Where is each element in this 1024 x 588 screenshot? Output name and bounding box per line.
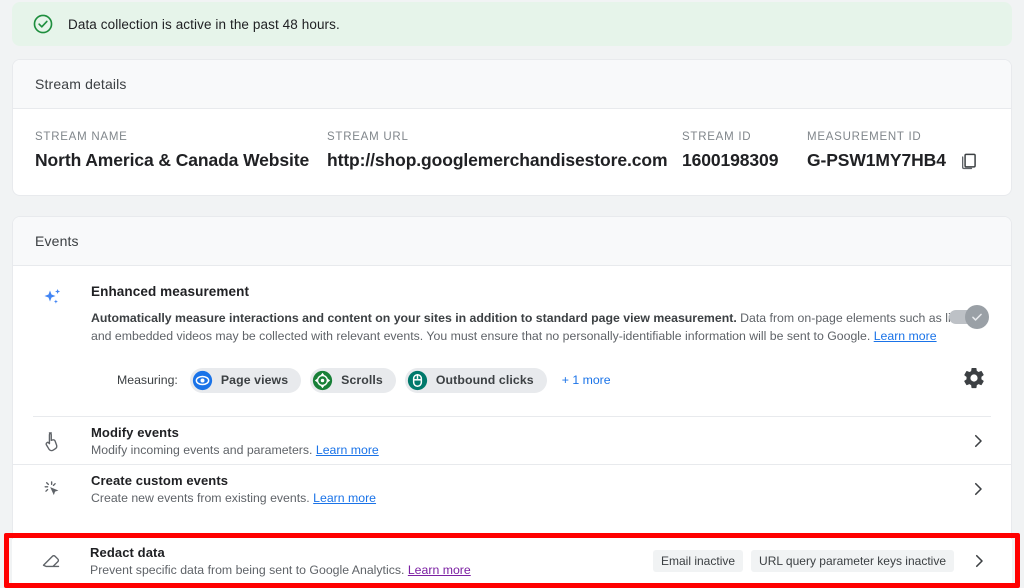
field-stream-name: STREAM NAME North America & Canada Websi…	[35, 131, 327, 171]
redact-data-learn-more-link[interactable]: Learn more	[408, 563, 471, 577]
modify-events-learn-more-link[interactable]: Learn more	[316, 443, 379, 457]
tap-hand-icon	[45, 431, 58, 451]
field-value: North America & Canada Website	[35, 150, 310, 170]
banner-text: Data collection is active in the past 48…	[68, 16, 340, 32]
check-icon	[972, 313, 982, 321]
nav-subtitle: Modify incoming events and parameters. L…	[91, 443, 969, 457]
stream-details-card: Stream details STREAM NAME North America…	[12, 59, 1012, 196]
eye-icon	[192, 370, 212, 390]
chip-page-views[interactable]: Page views	[189, 367, 302, 393]
chip-label: Page views	[220, 373, 289, 387]
field-stream-url: STREAM URL http://shop.googlemerchandise…	[327, 131, 682, 171]
nav-body: Modify events Modify incoming events and…	[91, 425, 969, 457]
nav-subtitle: Prevent specific data from being sent to…	[90, 563, 653, 577]
enhanced-measurement-learn-more-link[interactable]: Learn more	[874, 329, 937, 343]
enhanced-measurement-body: Enhanced measurement Automatically measu…	[91, 284, 991, 345]
chip-label: Scrolls	[341, 373, 383, 387]
field-label: STREAM URL	[327, 131, 409, 143]
enhanced-measurement-title: Enhanced measurement	[91, 284, 250, 299]
create-custom-events-learn-more-link[interactable]: Learn more	[313, 491, 376, 505]
events-header: Events	[13, 217, 1011, 266]
field-measurement-id: MEASUREMENT ID G-PSW1MY7HB4	[807, 131, 989, 171]
sparkle-icon	[44, 289, 61, 304]
nav-row-redact-data[interactable]: Redact data Prevent specific data from b…	[12, 539, 1012, 583]
chevron-right-icon[interactable]	[969, 432, 987, 450]
field-value: G-PSW1MY7HB4	[807, 150, 946, 170]
copy-icon[interactable]	[958, 151, 978, 171]
field-label: STREAM NAME	[35, 131, 128, 143]
events-card: Events Enhanced measurement Automaticall…	[12, 216, 1012, 582]
chip-label: Outbound clicks	[435, 373, 534, 387]
nav-subtitle-text: Modify incoming events and parameters.	[91, 442, 316, 457]
description-bold: Automatically measure interactions and c…	[91, 311, 737, 325]
check-circle-icon	[33, 14, 53, 34]
measuring-label: Measuring:	[117, 373, 178, 387]
field-value: http://shop.googlemerchandisestore.com	[327, 150, 668, 170]
nav-subtitle-text: Prevent specific data from being sent to…	[90, 563, 408, 577]
field-value: 1600198309	[682, 150, 779, 170]
chip-scrolls[interactable]: Scrolls	[310, 367, 396, 393]
chevron-right-icon[interactable]	[970, 552, 988, 570]
scroll-icon	[313, 370, 333, 390]
eraser-icon	[42, 555, 60, 568]
field-label: STREAM ID	[682, 131, 752, 143]
enhanced-measurement-toggle[interactable]	[949, 305, 989, 329]
nav-row-modify-events[interactable]: Modify events Modify incoming events and…	[13, 417, 1011, 464]
more-events-link[interactable]: + 1 more	[562, 373, 611, 387]
status-badge-url-query-params: URL query parameter keys inactive	[751, 550, 954, 572]
enhanced-measurement-description: Automatically measure interactions and c…	[91, 310, 971, 345]
nav-row-create-custom-events[interactable]: Create custom events Create new events f…	[13, 465, 1011, 512]
chip-outbound-clicks[interactable]: Outbound clicks	[404, 367, 547, 393]
measuring-row: Measuring: Page views Scrolls Outbound c…	[117, 360, 1011, 400]
nav-subtitle-text: Create new events from existing events.	[91, 490, 314, 505]
status-badge-email: Email inactive	[653, 550, 744, 572]
enhanced-measurement-section: Enhanced measurement Automatically measu…	[13, 266, 1011, 345]
cursor-sparkle-icon	[44, 480, 59, 495]
nav-title: Modify events	[91, 424, 179, 440]
nav-subtitle: Create new events from existing events. …	[91, 491, 969, 505]
toggle-thumb	[965, 305, 989, 329]
mouse-icon	[407, 370, 427, 390]
stream-details-body: STREAM NAME North America & Canada Websi…	[13, 109, 1011, 171]
nav-title: Redact data	[90, 545, 165, 560]
stream-details-header: Stream details	[13, 60, 1011, 109]
data-collection-status-banner: Data collection is active in the past 48…	[12, 2, 1012, 46]
nav-title: Create custom events	[91, 472, 229, 488]
stream-details-page: Data collection is active in the past 48…	[0, 0, 1024, 588]
redact-status-badges: Email inactive URL query parameter keys …	[653, 550, 954, 572]
nav-body: Redact data Prevent specific data from b…	[90, 545, 653, 577]
nav-body: Create custom events Create new events f…	[91, 473, 969, 505]
field-label: MEASUREMENT ID	[807, 131, 922, 143]
chevron-right-icon[interactable]	[969, 480, 987, 498]
field-stream-id: STREAM ID 1600198309	[682, 131, 807, 171]
gear-icon[interactable]	[962, 366, 986, 390]
